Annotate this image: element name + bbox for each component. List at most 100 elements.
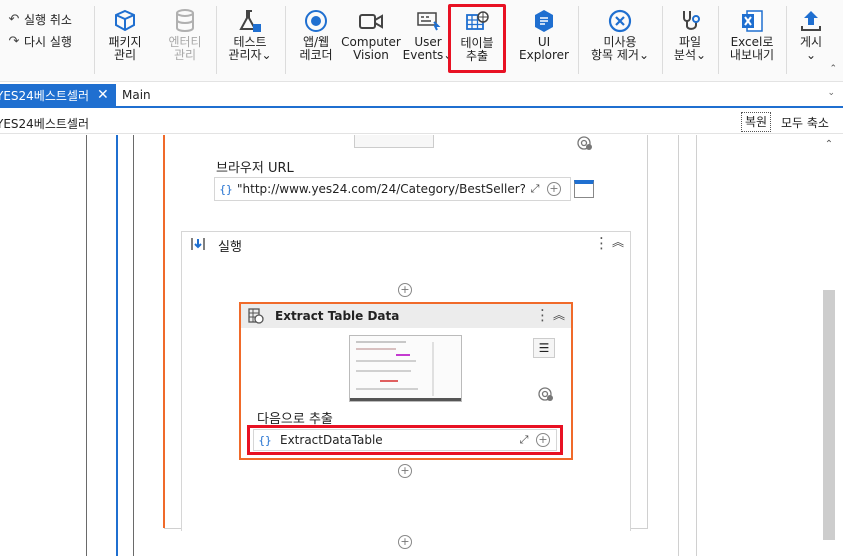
file-analysis-button[interactable]: 파일 분석⌄	[668, 6, 712, 74]
test-label-2: 관리자⌄	[228, 48, 272, 62]
add-variable-icon[interactable]: +	[547, 182, 561, 196]
designer-canvas[interactable]: 브라우저 URL {} "http://www.yes24.com/24/Cat…	[0, 135, 843, 556]
table-extract-button[interactable]: 테이블 추출	[448, 4, 506, 73]
close-icon[interactable]: ✕	[97, 87, 109, 103]
tab-yes24[interactable]: YES24베스트셀러 ✕	[0, 84, 116, 106]
ribbon-separator	[718, 6, 719, 74]
remove-unused-button[interactable]: 미사용 항목 제거⌄	[584, 6, 656, 74]
remove-icon	[607, 6, 633, 36]
browser-screenshot-thumbnail	[354, 135, 434, 148]
ue-label-2: Events⌄	[402, 48, 454, 62]
camera-icon	[357, 6, 385, 36]
redo-label: 다시 실행	[24, 34, 72, 49]
table-screenshot-thumbnail	[349, 335, 462, 402]
expand-icon[interactable]: ⤢	[514, 433, 534, 447]
ribbon-separator	[662, 6, 663, 74]
browser-picker-icon[interactable]	[574, 180, 594, 198]
excel-icon	[739, 6, 765, 36]
ribbon-separator	[94, 6, 95, 74]
nest-line	[133, 135, 134, 556]
breadcrumb: YES24베스트셀러 복원 모두 축소	[0, 110, 843, 134]
collapse-chevron-icon[interactable]: ︽	[612, 233, 624, 250]
add-action-icon[interactable]: +	[398, 535, 412, 549]
breadcrumb-path: YES24베스트셀러	[0, 117, 89, 131]
publish-label-2: ⌄	[805, 48, 817, 62]
menu-icon[interactable]: ☰	[533, 338, 555, 358]
container-right	[647, 135, 648, 529]
package-label-2: 관리	[113, 48, 137, 62]
variable-brace-icon: {}	[258, 433, 272, 447]
run-section-header: 실행 ⋮ ︽	[182, 232, 630, 255]
package-icon	[112, 6, 138, 36]
table-extract-label-2: 추출	[465, 49, 489, 63]
remove-label-2: 항목 제거⌄	[590, 48, 650, 62]
extract-card-header: Extract Table Data ⋮ ︽	[241, 304, 571, 328]
run-section-icon	[191, 238, 205, 250]
ui-explorer-icon	[531, 6, 557, 36]
tab-yes24-label: YES24베스트셀러	[0, 88, 89, 103]
add-action-icon[interactable]: +	[398, 283, 412, 297]
nest-line	[86, 135, 87, 556]
table-extract-icon	[463, 7, 491, 37]
variable-brace-icon: {}	[219, 182, 233, 196]
add-action-icon[interactable]: +	[398, 464, 412, 478]
publish-button[interactable]: 게시 ⌄	[792, 6, 830, 74]
vertical-scrollbar[interactable]: ⌃	[822, 135, 836, 556]
recorder-label-2: 레코더	[299, 48, 333, 62]
ribbon-separator	[578, 6, 579, 74]
ribbon-collapse-chevron-icon[interactable]: ⌃	[829, 64, 837, 74]
test-manager-button[interactable]: 테스트 관리자⌄	[222, 6, 278, 74]
ribbon-toolbar: ↶ 실행 취소 ↷ 다시 실행 패키지 관리 엔터티 관리 테스트 관리자⌄ 앱…	[0, 0, 843, 82]
ribbon-separator	[285, 6, 286, 74]
target-icon[interactable]	[537, 386, 555, 402]
user-events-button[interactable]: User Events⌄	[402, 6, 454, 74]
user-events-icon	[415, 6, 441, 36]
redo-button[interactable]: ↷ 다시 실행	[4, 30, 90, 52]
ribbon-separator	[786, 6, 787, 74]
target-icon[interactable]	[576, 135, 594, 151]
nest-line	[678, 135, 679, 556]
entity-manage-button[interactable]: 엔터티 관리	[162, 6, 208, 74]
nest-line	[696, 135, 697, 556]
uie-label-2: Explorer	[519, 48, 569, 62]
run-section-title: 실행	[218, 240, 242, 255]
output-variable-field[interactable]: {} ExtractDataTable ⤢ +	[253, 429, 557, 451]
collapse-chevron-icon[interactable]: ︽	[553, 306, 565, 323]
tab-dropdown-chevron-icon[interactable]: ⌄	[827, 88, 835, 98]
nest-line-selected	[116, 135, 118, 556]
collapse-all-button[interactable]: 모두 축소	[781, 114, 829, 131]
upload-icon	[798, 6, 824, 36]
cv-label-2: Vision	[353, 48, 389, 62]
redo-icon: ↷	[8, 33, 20, 49]
scrollbar-thumb[interactable]	[823, 290, 835, 540]
flask-icon	[237, 6, 263, 36]
more-options-icon[interactable]: ⋮	[594, 234, 609, 252]
excel-label-2: 내보내기	[729, 48, 775, 62]
expand-icon[interactable]: ⤢	[525, 182, 545, 196]
tab-main[interactable]: Main	[118, 84, 157, 106]
table-extract-icon	[248, 308, 264, 324]
package-manage-button[interactable]: 패키지 관리	[102, 6, 148, 74]
scroll-up-chevron-icon[interactable]: ⌃	[822, 139, 836, 150]
more-options-icon[interactable]: ⋮	[535, 306, 550, 324]
export-excel-button[interactable]: Excel로 내보내기	[724, 6, 780, 74]
recorder-button[interactable]: 앱/웹 레코더	[292, 6, 340, 74]
extract-table-data-card[interactable]: Extract Table Data ⋮ ︽ ☰ 다음으로 추출 {} Extr…	[239, 302, 573, 460]
database-icon	[173, 6, 197, 36]
add-variable-icon[interactable]: +	[536, 433, 550, 447]
undo-button[interactable]: ↶ 실행 취소	[4, 8, 90, 30]
entity-label-2: 관리	[173, 48, 197, 62]
nest-line-active	[163, 135, 165, 528]
browser-url-label: 브라우저 URL	[216, 161, 294, 176]
extract-card-title: Extract Table Data	[275, 309, 400, 323]
browser-url-value: "http://www.yes24.com/24/Category/BestSe…	[237, 182, 525, 196]
ui-explorer-button[interactable]: UI Explorer	[516, 6, 572, 74]
undo-redo-group: ↶ 실행 취소 ↷ 다시 실행	[4, 8, 90, 52]
stethoscope-icon	[677, 6, 703, 36]
computer-vision-button[interactable]: Computer Vision	[341, 6, 401, 74]
file-analysis-label-2: 분석⌄	[673, 48, 707, 62]
restore-button[interactable]: 복원	[741, 112, 772, 132]
subflow-tabbar: YES24베스트셀러 ✕ Main ⌄	[0, 84, 843, 108]
tab-main-label: Main	[122, 88, 151, 102]
browser-url-field[interactable]: {} "http://www.yes24.com/24/Category/Bes…	[214, 177, 571, 201]
